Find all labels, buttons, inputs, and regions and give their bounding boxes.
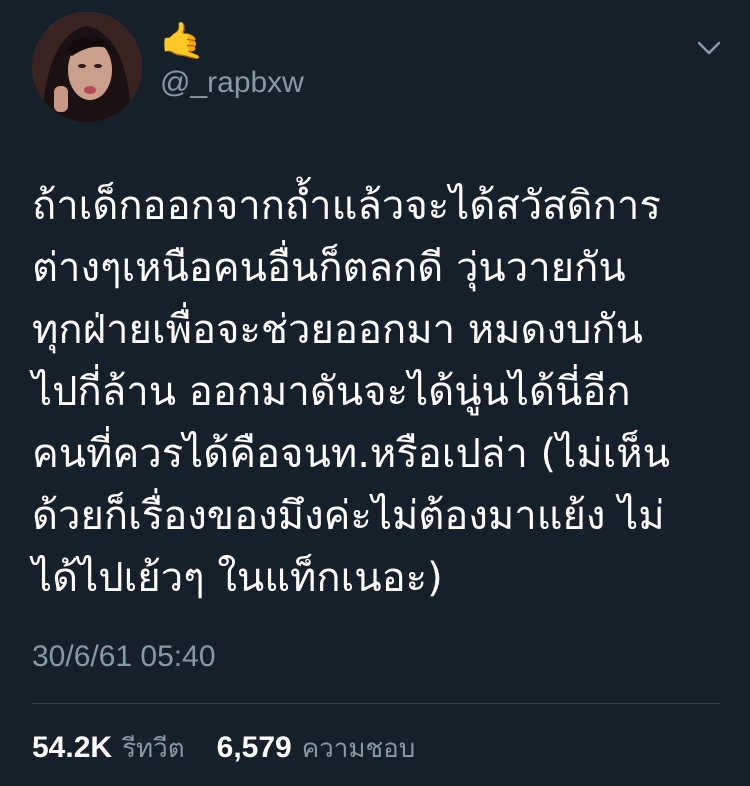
likes-label[interactable]: ความชอบ <box>302 728 416 769</box>
retweets-count[interactable]: 54.2K <box>32 731 112 765</box>
chevron-down-icon[interactable] <box>696 38 722 58</box>
avatar[interactable] <box>32 12 142 122</box>
user-handle[interactable]: @_rapbxw <box>160 66 304 100</box>
likes-count[interactable]: 6,579 <box>217 731 292 765</box>
tweet-text: ถ้าเด็กออกจากถ้ำแล้วจะได้สวัสดิการ ต่างๆ… <box>32 183 671 601</box>
engagement-stats: 54.2K รีทวีต 6,579 ความชอบ <box>32 728 415 769</box>
divider <box>32 703 720 704</box>
tweet-timestamp[interactable]: 30/6/61 05:40 <box>32 640 216 674</box>
retweets-label[interactable]: รีทวีต <box>122 728 185 769</box>
call-me-hand-icon: 🤙 <box>160 21 205 62</box>
